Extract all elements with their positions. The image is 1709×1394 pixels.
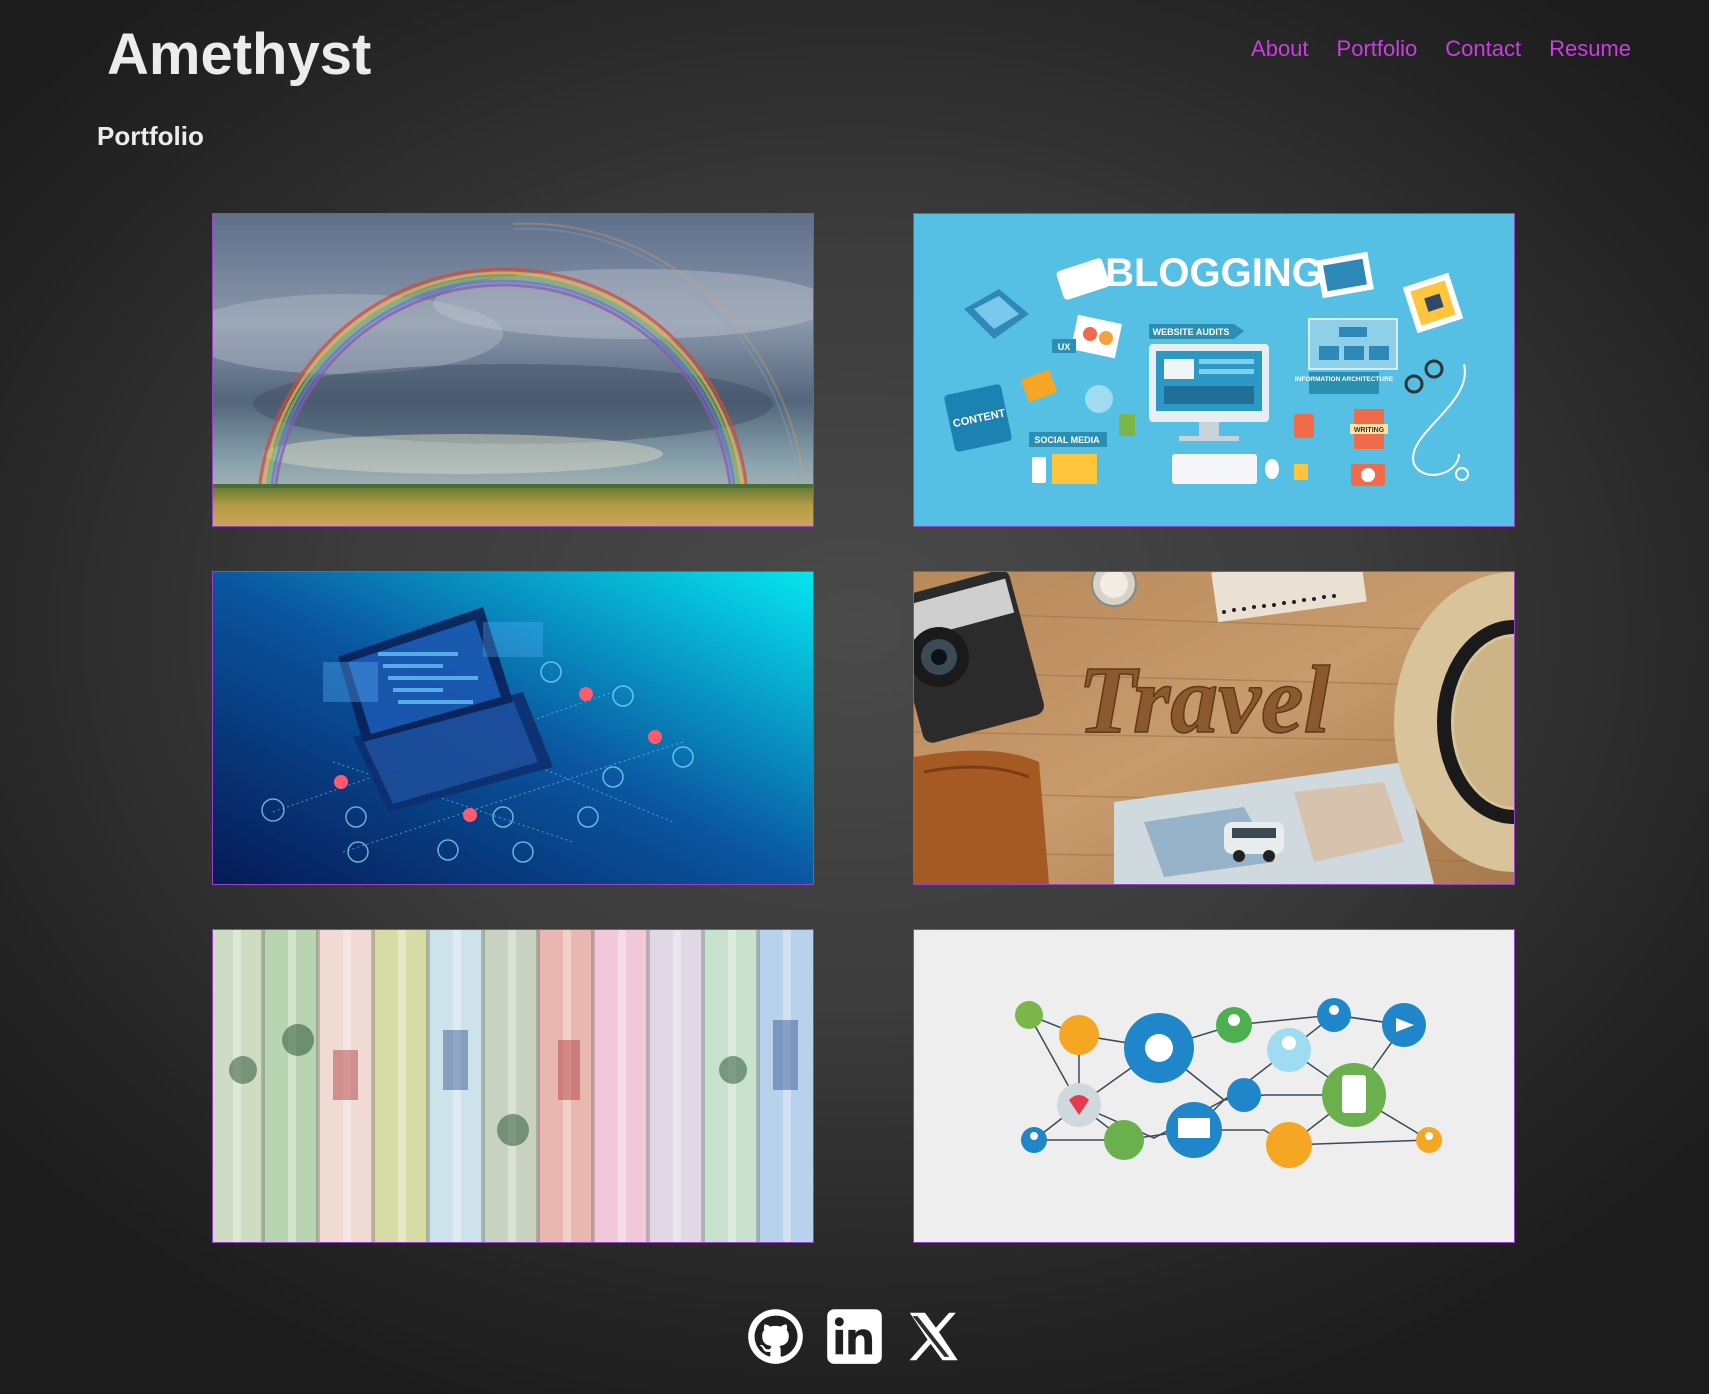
social-network-illustration-image xyxy=(914,930,1514,1242)
site-title[interactable]: Amethyst xyxy=(107,20,371,90)
svg-text:SOCIAL MEDIA: SOCIAL MEDIA xyxy=(1034,435,1100,445)
laptop-code-illustration-image xyxy=(213,572,813,884)
travel-flatlay-image: Travel xyxy=(914,572,1514,884)
rainbow-landscape-image xyxy=(213,214,813,526)
x-icon xyxy=(909,1312,958,1361)
social-links xyxy=(0,1308,1709,1365)
nav-link-contact[interactable]: Contact xyxy=(1445,34,1521,64)
github-icon xyxy=(748,1309,803,1364)
main-nav: About Portfolio Contact Resume xyxy=(1251,34,1631,64)
github-link[interactable] xyxy=(747,1308,804,1365)
linkedin-icon xyxy=(827,1309,882,1364)
nav-link-resume[interactable]: Resume xyxy=(1549,34,1631,64)
project-card-social-network[interactable] xyxy=(913,929,1515,1243)
nav-link-about[interactable]: About xyxy=(1251,34,1309,64)
section-title: Portfolio xyxy=(97,121,204,151)
blogging-illustration-image: BLOGGING UX WEBSITE AUDITS INFORMATION A… xyxy=(914,214,1514,526)
x-link[interactable] xyxy=(905,1308,962,1365)
svg-text:UX: UX xyxy=(1058,342,1071,352)
svg-text:INFORMATION ARCHITECTURE: INFORMATION ARCHITECTURE xyxy=(1295,376,1394,383)
svg-text:WRITING: WRITING xyxy=(1354,427,1385,434)
project-card-rainbow[interactable] xyxy=(212,213,814,527)
project-card-travel[interactable]: Travel xyxy=(913,571,1515,885)
project-card-laptop-code[interactable] xyxy=(212,571,814,885)
project-card-banknotes[interactable] xyxy=(212,929,814,1243)
rolled-banknotes-image xyxy=(213,930,813,1242)
svg-text:BLOGGING: BLOGGING xyxy=(1105,251,1323,295)
linkedin-link[interactable] xyxy=(826,1308,883,1365)
nav-link-portfolio[interactable]: Portfolio xyxy=(1337,34,1418,64)
project-card-blogging[interactable]: BLOGGING UX WEBSITE AUDITS INFORMATION A… xyxy=(913,213,1515,527)
portfolio-grid: BLOGGING UX WEBSITE AUDITS INFORMATION A… xyxy=(212,213,1515,1243)
svg-text:Travel: Travel xyxy=(1078,646,1331,753)
svg-text:WEBSITE AUDITS: WEBSITE AUDITS xyxy=(1153,327,1230,337)
